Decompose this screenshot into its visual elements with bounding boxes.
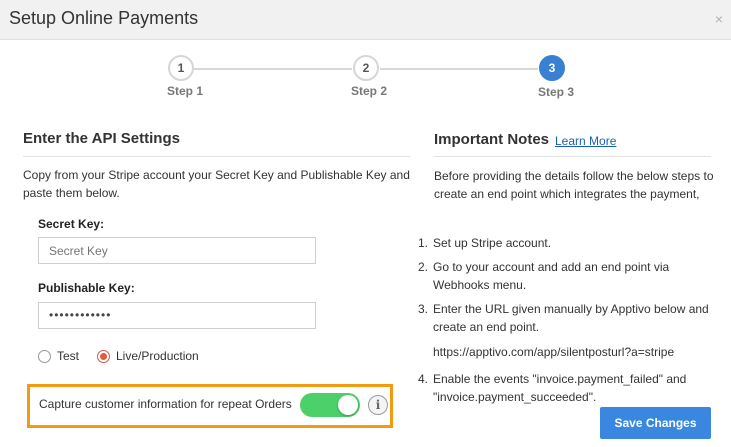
capture-customer-info-label: Capture customer information for repeat … [39,397,292,411]
list-item-number: 2. [418,260,429,274]
list-item-text: Enable the events "invoice.payment_faile… [433,372,687,404]
list-item-number: 3. [418,302,429,316]
stepper-line [380,68,538,70]
notes-divider [434,156,711,157]
api-settings-description: Copy from your Stripe account your Secre… [23,168,410,200]
publishable-key-input[interactable]: •••••••••••• [38,302,316,329]
webhook-url: https://apptivo.com/app/silentposturl?a=… [433,345,675,359]
close-icon[interactable]: × [715,11,723,27]
notes-list: 1. Set up Stripe account. 2. Go to your … [418,234,718,412]
learn-more-link[interactable]: Learn More [555,134,616,148]
list-item: 1. Set up Stripe account. [418,234,718,252]
list-item-number: 4. [418,372,429,386]
step-1-label: Step 1 [166,84,203,98]
list-item-text: Go to your account and add an end point … [433,260,670,292]
mode-live-label: Live/Production [116,349,199,363]
publishable-key-label: Publishable Key: [38,281,135,295]
notes-intro: Before providing the details follow the … [434,169,714,201]
stepper: 1 Step 1 2 Step 2 3 Step 3 [0,55,731,105]
info-icon[interactable]: i [368,395,388,415]
mode-test-radio[interactable]: Test [38,349,79,363]
radio-unchecked-icon[interactable] [38,349,51,363]
secret-key-input[interactable] [38,237,316,264]
capture-toggle[interactable] [300,393,360,417]
mode-live-radio[interactable]: Live/Production [97,349,199,363]
step-2-circle[interactable]: 2 [353,55,379,81]
radio-checked-icon[interactable] [97,349,110,363]
api-settings-title: Enter the API Settings [23,130,180,147]
step-2-label: Step 2 [350,84,387,98]
step-3-circle[interactable]: 3 [539,55,565,81]
secret-key-label: Secret Key: [38,217,105,231]
api-settings-divider [23,156,410,157]
dialog-header: Setup Online Payments × [0,0,731,40]
step-1-circle[interactable]: 1 [168,55,194,81]
list-item: 4. Enable the events "invoice.payment_fa… [418,370,718,406]
save-changes-button[interactable]: Save Changes [600,407,711,439]
list-item: 3. Enter the URL given manually by Appti… [418,300,718,361]
list-item: 2. Go to your account and add an end poi… [418,258,718,294]
dialog-title: Setup Online Payments [9,8,199,28]
important-notes-title: Important Notes [434,131,550,148]
list-item-number: 1. [418,236,429,250]
step-3-label: Step 3 [537,85,574,99]
toggle-knob [338,395,358,415]
list-item-text: Enter the URL given manually by Apptivo … [433,302,709,334]
stepper-line [194,68,352,70]
list-item-text: Set up Stripe account. [433,236,552,250]
mode-test-label: Test [57,349,80,363]
capture-customer-info-box: Capture customer information for repeat … [27,384,393,428]
